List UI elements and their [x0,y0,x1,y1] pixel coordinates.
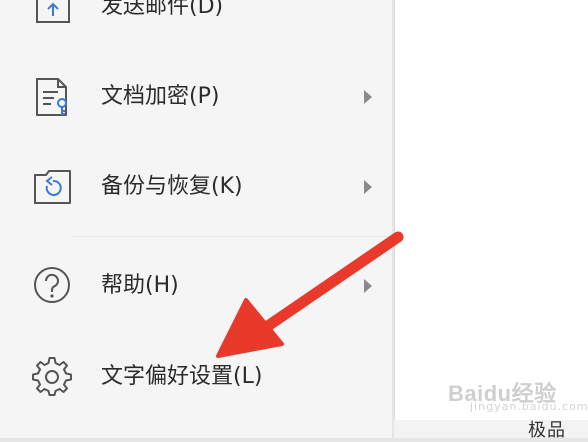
menu-item-label: 发送邮件(D) [101,0,224,19]
help-icon [34,267,70,303]
menu-item-label: 文字偏好设置(L) [101,364,263,389]
bottom-partial-text: 极品 [528,420,566,441]
document-lock-icon [36,78,67,116]
document-page-area [394,0,588,420]
menu-item-label: 备份与恢复(K) [101,174,243,199]
menu-item-text-preferences[interactable]: 文字偏好设置(L) [0,348,392,408]
send-mail-icon [36,0,70,23]
gear-icon [32,357,72,396]
submenu-arrow-icon [364,180,372,194]
submenu-arrow-icon [364,279,372,293]
menu-item-label: 文档加密(P) [101,84,220,109]
submenu-arrow-icon [364,90,372,104]
menu-item-backup-restore[interactable]: 备份与恢复(K) [0,158,392,218]
menu-item-label: 帮助(H) [101,273,179,298]
baidu-watermark-url: jingyan.baidu.com [470,400,588,413]
backup-restore-icon [34,170,71,204]
menu-item-send-mail[interactable]: 发送邮件(D) [0,0,392,38]
menu-item-help[interactable]: 帮助(H) [0,257,392,317]
menu-item-document-encryption[interactable]: 文档加密(P) [0,68,392,128]
file-menu: 发送邮件(D) 文档加密(P) 备份与恢复(K) 帮助(H) 文字偏好设置(L) [0,0,392,438]
menu-divider [72,236,390,237]
